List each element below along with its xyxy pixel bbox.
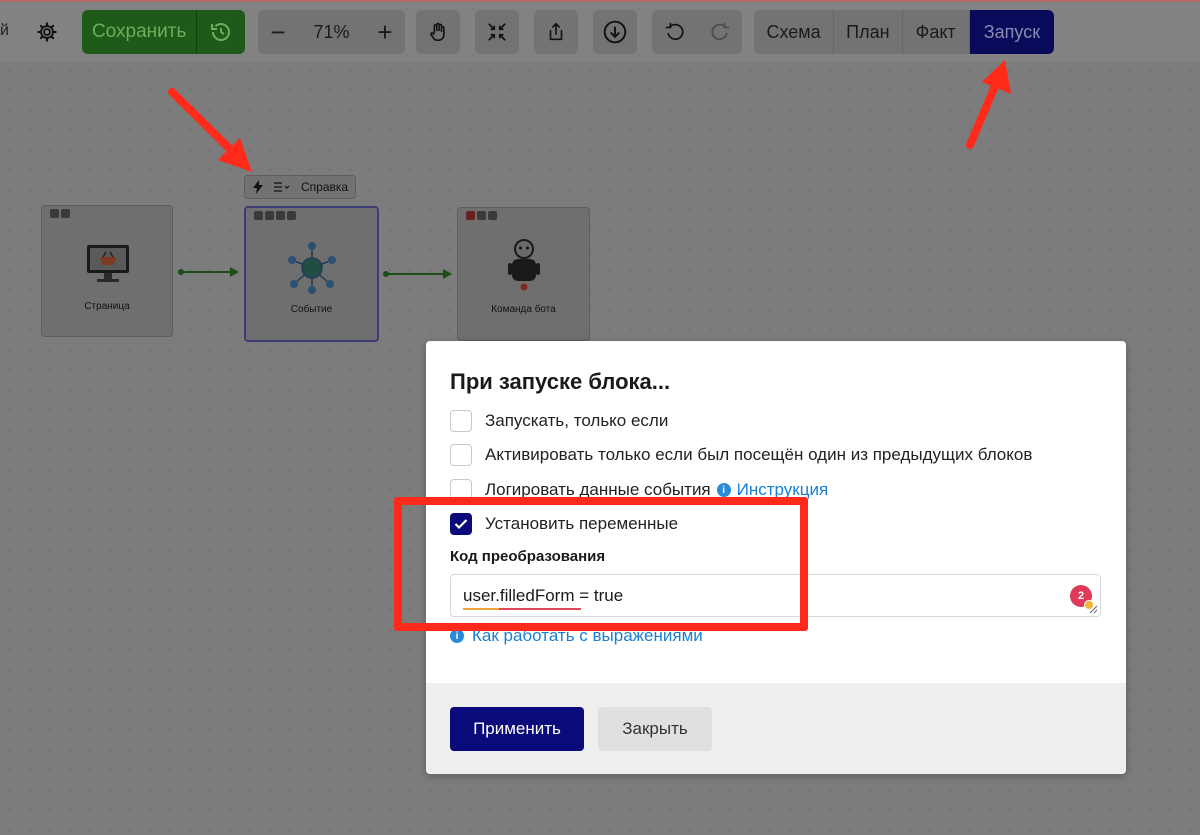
arrow-to-launch-tab	[966, 60, 1011, 149]
annotation-arrows	[168, 60, 1011, 172]
arrow-to-bolt-icon	[168, 88, 252, 172]
